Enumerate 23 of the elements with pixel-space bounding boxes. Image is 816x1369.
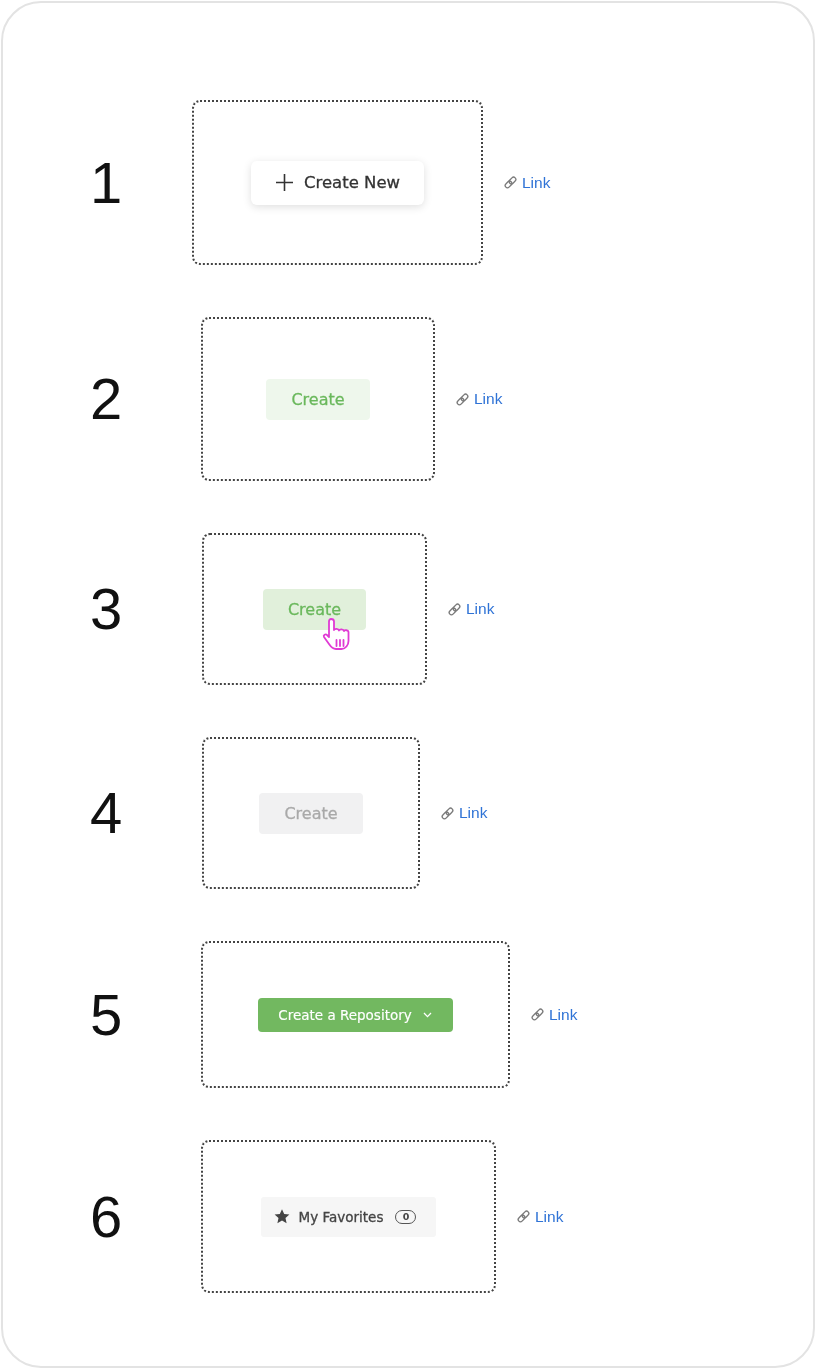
chain-link-icon bbox=[503, 175, 518, 190]
link[interactable]: Link bbox=[440, 804, 488, 822]
link[interactable]: Link bbox=[516, 1207, 564, 1226]
step-number: 4 bbox=[90, 784, 123, 842]
plus-icon bbox=[274, 173, 294, 192]
step-number: 2 bbox=[90, 370, 123, 428]
step-number: 6 bbox=[90, 1187, 123, 1246]
chain-link-icon bbox=[447, 601, 462, 617]
chevron-down-icon bbox=[422, 1011, 432, 1018]
add-button[interactable]: Create New bbox=[250, 160, 425, 205]
link[interactable]: Link bbox=[447, 600, 495, 618]
chain-link-icon bbox=[530, 1007, 545, 1022]
chain-link-icon bbox=[455, 391, 470, 407]
link[interactable]: Link bbox=[503, 173, 551, 192]
star-icon bbox=[273, 1209, 290, 1224]
step-number: 3 bbox=[90, 580, 123, 638]
chain-link-icon bbox=[440, 805, 455, 821]
favorites-button[interactable]: My Favorites 0 bbox=[260, 1196, 437, 1237]
step-number: 1 bbox=[90, 153, 123, 212]
link[interactable]: Link bbox=[455, 390, 503, 408]
chain-link-icon bbox=[516, 1209, 531, 1224]
step-number: 5 bbox=[90, 985, 123, 1044]
link[interactable]: Link bbox=[530, 1005, 578, 1024]
